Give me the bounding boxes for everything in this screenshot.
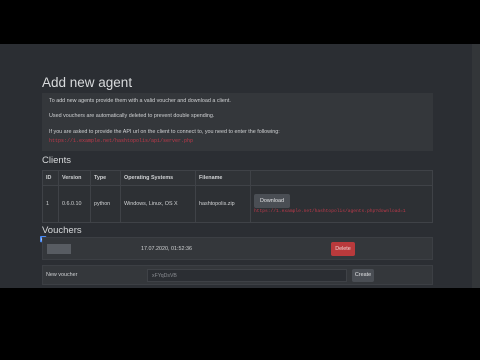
delete-voucher-button[interactable]: Delete bbox=[331, 242, 355, 256]
cell-id: 1 bbox=[42, 185, 59, 223]
download-button[interactable]: Download bbox=[254, 194, 290, 208]
new-voucher-input[interactable] bbox=[147, 269, 347, 282]
voucher-date: 17.07.2020, 01:52:36 bbox=[141, 246, 192, 252]
page-title: Add new agent bbox=[42, 75, 133, 90]
clients-table: ID Version Type Operating Systems Filena… bbox=[42, 170, 433, 223]
clients-heading: Clients bbox=[42, 155, 72, 166]
download-url[interactable]: https://1.example.net/hashtopolis/agents… bbox=[254, 209, 406, 214]
api-url[interactable]: https://1.example.net/hashtopolis/api/se… bbox=[49, 138, 193, 144]
table-row: 1 0.6.0.10 python Windows, Linux, OS X h… bbox=[42, 185, 433, 223]
cell-type: python bbox=[90, 185, 121, 223]
cell-version: 0.6.0.10 bbox=[58, 185, 91, 223]
new-voucher-label: New voucher bbox=[46, 272, 78, 278]
cell-os: Windows, Linux, OS X bbox=[120, 185, 196, 223]
info-text-3: If you are asked to provide the API url … bbox=[49, 129, 280, 135]
column-header-os: Operating Systems bbox=[120, 170, 196, 186]
column-header-actions bbox=[250, 170, 433, 186]
instructions-box: To add new agents provide them with a va… bbox=[42, 93, 433, 151]
new-voucher-form: New voucher Create bbox=[42, 265, 433, 285]
create-voucher-button[interactable]: Create bbox=[352, 269, 374, 282]
column-header-id: ID bbox=[42, 170, 59, 186]
browser-page: Add new agent To add new agents provide … bbox=[0, 44, 480, 288]
info-text-2: Used vouchers are automatically deleted … bbox=[49, 113, 215, 119]
column-header-type: Type bbox=[90, 170, 121, 186]
voucher-code-redacted bbox=[47, 244, 71, 254]
column-header-filename: Filename bbox=[195, 170, 251, 186]
column-header-version: Version bbox=[58, 170, 91, 186]
scrollbar[interactable] bbox=[472, 44, 480, 288]
voucher-row: 17.07.2020, 01:52:36 Delete bbox=[42, 237, 433, 260]
table-header-row: ID Version Type Operating Systems Filena… bbox=[42, 170, 433, 186]
info-text-1: To add new agents provide them with a va… bbox=[49, 98, 231, 104]
cell-download: Download https://1.example.net/hashtopol… bbox=[250, 185, 433, 223]
cell-filename: hashtopolis.zip bbox=[195, 185, 251, 223]
vouchers-heading: Vouchers bbox=[42, 225, 82, 236]
